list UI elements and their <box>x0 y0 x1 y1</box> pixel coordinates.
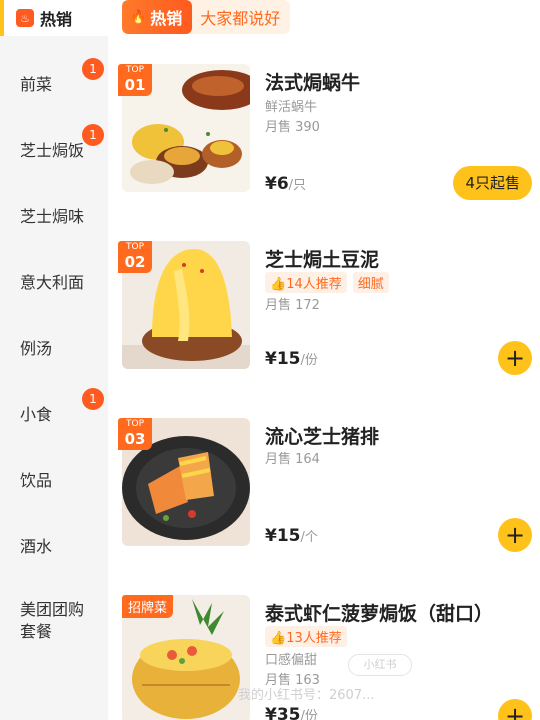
sidebar-item-hot[interactable]: ♨ 热销 <box>0 0 108 36</box>
sidebar-item-label: 饮品 <box>20 471 53 490</box>
recommend-tag: 👍13人推荐 <box>265 626 347 647</box>
monthly-sales: 月售 164 <box>265 452 320 467</box>
product-name: 泰式虾仁菠萝焗饭（甜口） <box>265 603 494 625</box>
rank-top-label: TOP <box>125 419 144 429</box>
product-card[interactable]: TOP 03 流心芝士猪排 月售 164 ¥15/个 + <box>118 418 532 568</box>
sidebar-item-label: 热销 <box>40 10 73 29</box>
price-unit: /份 <box>300 353 318 368</box>
price-value: ¥15 <box>265 526 301 546</box>
add-to-cart-button[interactable]: + <box>498 518 532 552</box>
rank-badge: TOP 01 <box>118 64 152 96</box>
price-unit: /份 <box>300 709 318 720</box>
product-card[interactable]: TOP 02 芝士焗土豆泥 👍14人推荐 细腻 月售 172 ¥15/份 + <box>118 241 532 391</box>
product-card[interactable]: TOP 01 法式焗蜗牛 鲜活蜗牛 月售 390 ¥6/只 4只起售 <box>118 64 532 214</box>
recommend-count: 14人推荐 <box>286 277 342 292</box>
rank-top-label: TOP <box>125 242 144 252</box>
sidebar-item-label: 美团团购 套餐 <box>20 599 84 643</box>
product-price: ¥15/个 <box>265 526 318 546</box>
sidebar-item-group-deal[interactable]: 美团团购 套餐 <box>0 578 108 664</box>
product-price: ¥35/份 <box>265 705 318 720</box>
price-value: ¥35 <box>265 705 301 720</box>
recommend-tag: 👍14人推荐 <box>265 272 347 293</box>
product-name: 芝士焗土豆泥 <box>265 249 380 271</box>
sidebar-item-snacks[interactable]: 小食 1 <box>0 380 108 446</box>
sidebar-item-alcohol[interactable]: 酒水 <box>0 512 108 578</box>
sidebar-item-label: 意大利面 <box>20 273 85 292</box>
section-subtitle: 大家都说好 <box>200 9 281 28</box>
min-order-button[interactable]: 4只起售 <box>453 166 532 200</box>
feature-tag: 细腻 <box>352 272 389 293</box>
sidebar-item-label: 芝士焗饭 <box>20 141 85 160</box>
rank-badge: TOP 02 <box>118 241 152 273</box>
sidebar-item-soup[interactable]: 例汤 <box>0 314 108 380</box>
monthly-sales: 月售 172 <box>265 298 320 313</box>
watermark-text: 我的小红书号：2607... <box>238 688 375 703</box>
hot-tag: 🔥 热销 <box>122 0 193 34</box>
recommend-icon: 👍 <box>270 631 287 646</box>
sidebar-item-label: 小食 <box>20 405 53 424</box>
add-to-cart-button[interactable]: + <box>498 341 532 375</box>
sidebar-item-drinks[interactable]: 饮品 <box>0 446 108 512</box>
flame-icon: 🔥 <box>130 9 147 25</box>
category-sidebar: ♨ 热销 前菜 1 芝士焗饭 1 芝士焗味 意大利面 例汤 小食 1 饮品 酒水… <box>0 0 108 720</box>
sidebar-item-label: 芝士焗味 <box>20 207 85 226</box>
price-unit: /个 <box>300 530 318 545</box>
sidebar-item-appetizer[interactable]: 前菜 1 <box>0 50 108 116</box>
count-badge: 1 <box>82 388 104 410</box>
hot-tag-label: 热销 <box>150 9 183 28</box>
product-desc: 鲜活蜗牛 <box>265 100 318 115</box>
recommend-count: 13人推荐 <box>286 631 342 646</box>
rank-top-label: TOP <box>125 65 144 75</box>
watermark-logo: 小红书 <box>348 654 412 676</box>
count-badge: 1 <box>82 58 104 80</box>
product-name: 流心芝士猪排 <box>265 426 380 448</box>
price-value: ¥15 <box>265 349 301 369</box>
monthly-sales: 月售 390 <box>265 120 320 135</box>
sidebar-item-pasta[interactable]: 意大利面 <box>0 248 108 314</box>
rank-number: 02 <box>124 253 146 271</box>
product-price: ¥15/份 <box>265 349 318 369</box>
product-tags: 👍13人推荐 <box>265 626 347 647</box>
product-desc: 口感偏甜 <box>265 653 318 668</box>
count-badge: 1 <box>82 124 104 146</box>
product-list: 🔥 热销 大家都说好 TOP 01 法式焗蜗牛 鲜活蜗牛 月售 390 ¥6/只… <box>108 0 540 720</box>
add-to-cart-button[interactable]: + <box>498 699 532 720</box>
rank-number: 03 <box>124 430 146 448</box>
recommend-icon: 👍 <box>270 277 287 292</box>
price-unit: /只 <box>288 178 307 193</box>
signature-badge: 招牌菜 <box>122 595 174 618</box>
rank-badge: TOP 03 <box>118 418 152 450</box>
rank-number: 01 <box>124 76 146 94</box>
sidebar-item-cheese-baked[interactable]: 芝士焗味 <box>0 182 108 248</box>
sidebar-item-label: 例汤 <box>20 339 53 358</box>
section-header: 🔥 热销 大家都说好 <box>122 0 291 34</box>
sidebar-item-label-line2: 套餐 <box>20 622 53 641</box>
sidebar-item-label: 前菜 <box>20 75 53 94</box>
product-tags: 👍14人推荐 细腻 <box>265 272 389 293</box>
sidebar-item-cheese-rice[interactable]: 芝士焗饭 1 <box>0 116 108 182</box>
sidebar-item-label: 酒水 <box>20 537 53 556</box>
product-price: ¥6/只 <box>265 174 306 194</box>
price-value: ¥6 <box>265 174 289 194</box>
product-name: 法式焗蜗牛 <box>265 72 361 94</box>
flame-icon: ♨ <box>16 9 34 27</box>
sidebar-item-label-line1: 美团团购 <box>20 600 85 619</box>
